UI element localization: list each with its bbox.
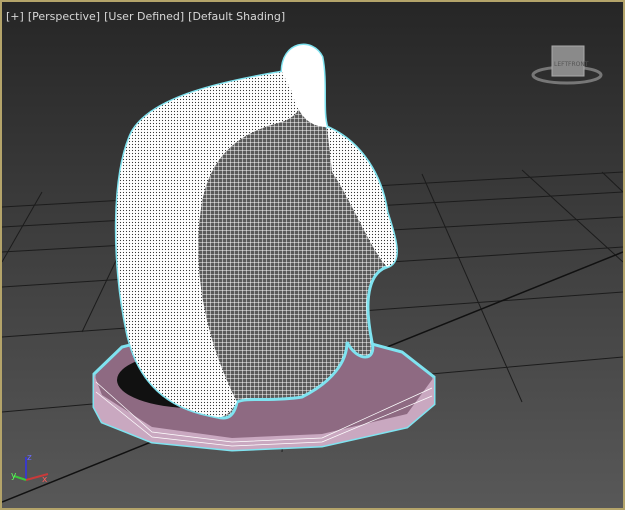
- viewcube[interactable]: LEFT FRONT: [531, 45, 603, 85]
- viewport-shading-menu[interactable]: [Default Shading]: [188, 10, 285, 23]
- axis-x-label: x: [42, 475, 48, 485]
- viewcube-face-front[interactable]: FRONT: [568, 61, 589, 68]
- viewport-label-menu: [+] [Perspective] [User Defined] [Default S…: [6, 10, 289, 23]
- viewport-general-menu[interactable]: [+]: [6, 10, 24, 23]
- perspective-viewport[interactable]: [+] [Perspective] [User Defined] [Default S…: [0, 0, 625, 510]
- axis-z-label: z: [27, 453, 32, 463]
- viewcube-face-left[interactable]: LEFT: [554, 61, 568, 68]
- axis-tripod: z x y: [11, 453, 49, 485]
- scene: LEFT FRONT z x y: [2, 43, 623, 503]
- viewport-point-of-view-menu[interactable]: [Perspective]: [28, 10, 100, 23]
- viewport-camera-menu[interactable]: [User Defined]: [104, 10, 184, 23]
- axis-y-label: y: [11, 471, 17, 481]
